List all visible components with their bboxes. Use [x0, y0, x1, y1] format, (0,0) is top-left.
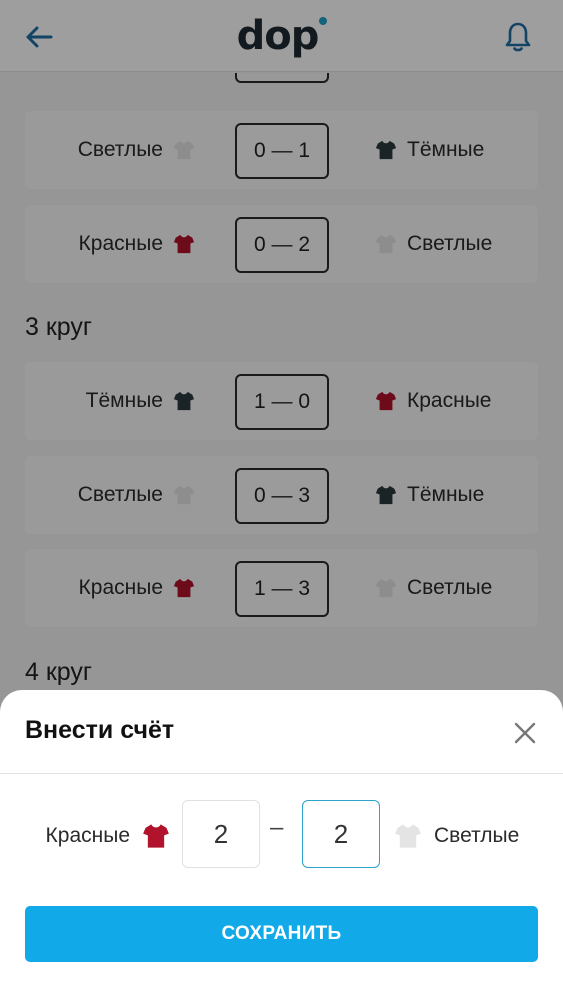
- team-name: Красные: [45, 824, 130, 847]
- away-team: Светлые: [394, 806, 519, 866]
- away-score-input[interactable]: [302, 800, 380, 868]
- sheet-title: Внести счёт: [25, 716, 175, 744]
- score-separator: –: [270, 814, 284, 841]
- score-entry-sheet: Внести счёт Красные – Светлые СОХРАНИТЬ: [0, 690, 563, 1000]
- close-icon: [514, 722, 536, 744]
- home-team: Красные: [46, 806, 170, 866]
- team-name: Светлые: [434, 824, 520, 847]
- shirt-icon: [142, 822, 170, 850]
- home-score-input[interactable]: [182, 800, 260, 868]
- shirt-icon: [394, 822, 422, 850]
- save-button[interactable]: СОХРАНИТЬ: [25, 906, 538, 962]
- close-button[interactable]: [508, 716, 542, 750]
- sheet-divider: [0, 773, 563, 774]
